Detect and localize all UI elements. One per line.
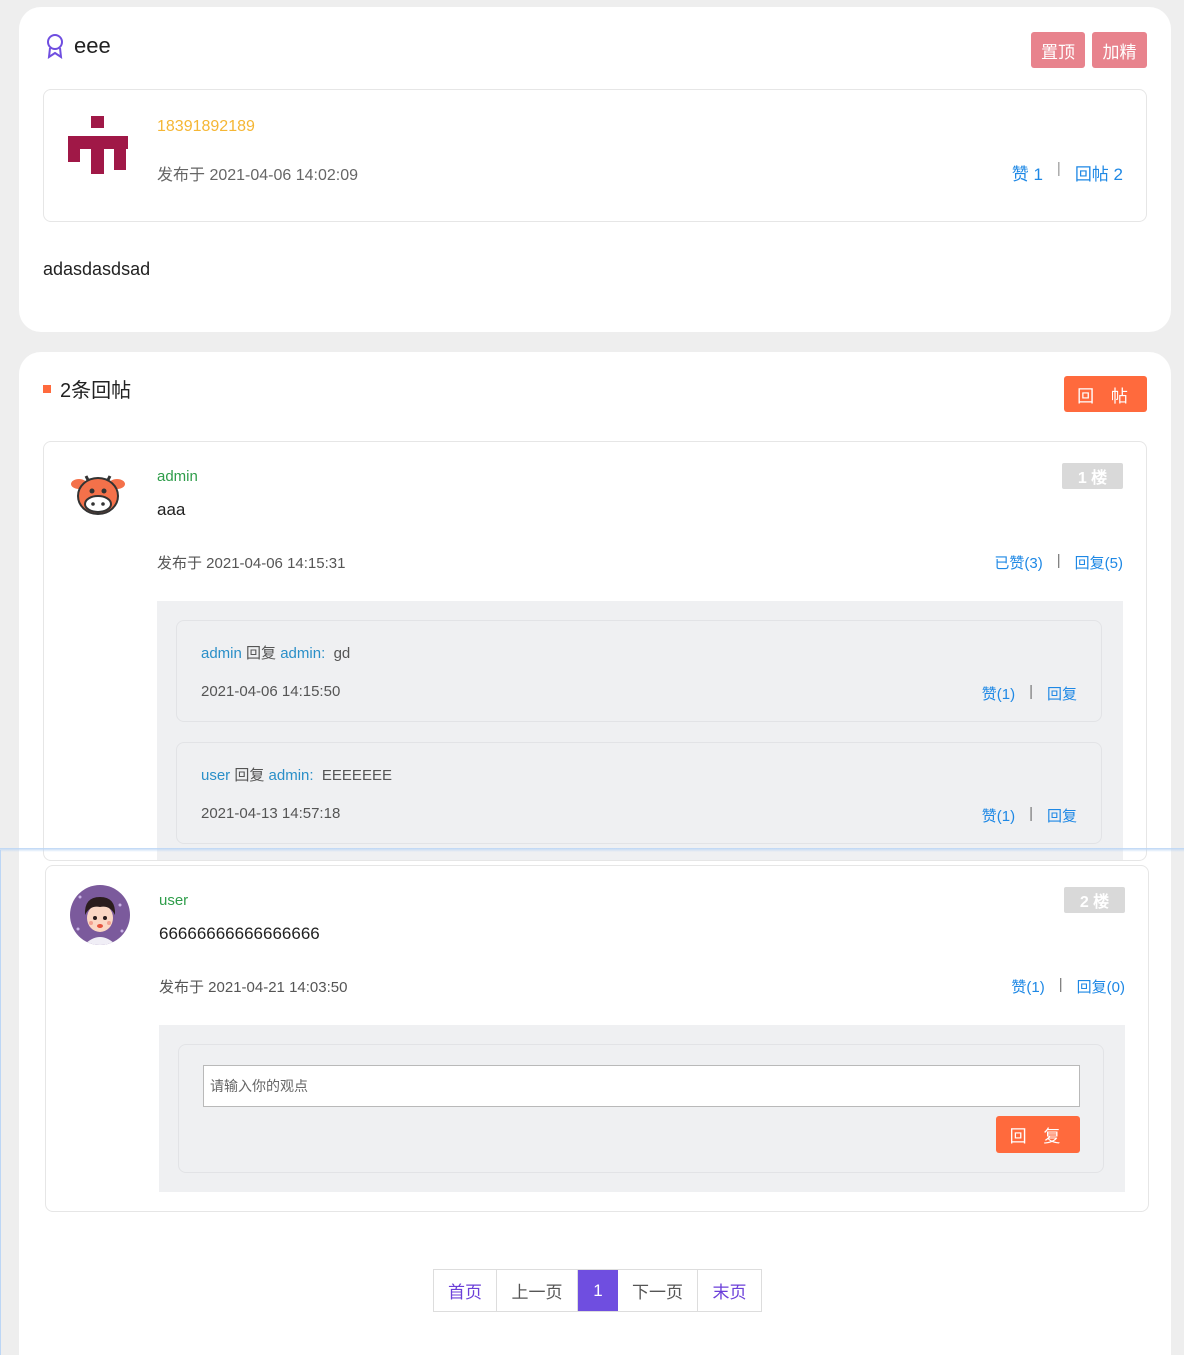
pin-button[interactable]: 置顶: [1031, 32, 1085, 68]
separator: |: [1056, 160, 1061, 177]
sub-like-link[interactable]: 赞(1): [982, 683, 1015, 704]
author-box: 18391892189 发布于 2021-04-06 14:02:09 赞 1 …: [43, 89, 1147, 222]
replies-heading: 2条回帖: [43, 374, 131, 403]
page-first[interactable]: 首页: [434, 1270, 497, 1311]
sub-reply-user[interactable]: admin: [201, 645, 242, 662]
floor-1: admin aaa 1 楼 发布于 2021-04-06 14:15:31 已赞…: [43, 441, 1147, 861]
sub-reply-actions: 赞(1) | 回复: [982, 683, 1077, 704]
page-current[interactable]: 1: [578, 1270, 618, 1311]
sub-reply-user[interactable]: user: [201, 767, 230, 784]
reply-post-button[interactable]: 回 帖: [1064, 376, 1147, 412]
sub-reply-target[interactable]: admin:: [280, 645, 325, 662]
floor-like-link[interactable]: 已赞(3): [994, 552, 1042, 573]
floor-date: 发布于 2021-04-21 14:03:50: [159, 979, 348, 996]
sub-reply: admin 回复 admin: gd 2021-04-06 14:15:50 赞…: [176, 620, 1102, 722]
post-title: eee: [74, 33, 111, 58]
floor-badge: 1 楼: [1062, 463, 1123, 489]
sub-reply-line: user 回复 admin: EEEEEEE: [201, 764, 392, 785]
post-body: adasdasdsad: [43, 259, 151, 279]
sub-reply-verb: 回复: [246, 645, 277, 662]
overlay-edge: [0, 850, 1, 1355]
sub-reply-text: gd: [333, 645, 351, 662]
sub-reply: user 回复 admin: EEEEEEE 2021-04-13 14:57:…: [176, 742, 1102, 844]
replies-count: 2条回帖: [60, 380, 132, 402]
avatar: [68, 466, 128, 526]
cow-avatar-icon: [68, 466, 128, 526]
sub-reply-link[interactable]: 回复: [1047, 683, 1077, 704]
floor-reply-link[interactable]: 回复(0): [1077, 976, 1125, 997]
post-replies-link[interactable]: 回帖 2: [1075, 160, 1123, 185]
post-date: 发布于 2021-04-06 14:02:09: [157, 167, 359, 184]
author-name[interactable]: 18391892189: [157, 118, 255, 136]
separator: |: [1058, 976, 1063, 993]
sub-reply-verb: 回复: [234, 767, 265, 784]
author-logo-icon: [68, 116, 128, 174]
floor-content: 66666666666666666: [159, 924, 320, 943]
medal-icon: [47, 34, 63, 59]
avatar: [70, 885, 130, 945]
floor-2: user 66666666666666666 2 楼 发布于 2021-04-2…: [45, 865, 1149, 1212]
sub-reply-link[interactable]: 回复: [1047, 805, 1077, 826]
floor-date: 发布于 2021-04-06 14:15:31: [157, 555, 346, 572]
sub-replies-area: admin 回复 admin: gd 2021-04-06 14:15:50 赞…: [157, 601, 1123, 860]
sub-reply-target[interactable]: admin:: [269, 767, 314, 784]
floor-actions: 已赞(3) | 回复(5): [994, 552, 1123, 573]
post-title-row: eee: [45, 33, 111, 59]
reply-input[interactable]: [203, 1065, 1080, 1107]
separator: |: [1029, 683, 1033, 700]
separator: |: [1029, 805, 1033, 822]
post-like-link[interactable]: 赞 1: [1012, 160, 1043, 185]
post-card: eee 置顶 加精 18391892189 发布于 2021-04-06 14:…: [19, 7, 1171, 332]
reply-form-area: 回 复: [159, 1025, 1125, 1192]
sub-reply-text: EEEEEEE: [321, 767, 392, 784]
sub-reply-date: 2021-04-06 14:15:50: [201, 683, 341, 700]
floor-like-link[interactable]: 赞(1): [1011, 976, 1044, 997]
floor-actions: 赞(1) | 回复(0): [1011, 976, 1125, 997]
floor-reply-link[interactable]: 回复(5): [1075, 552, 1123, 573]
floor-content: aaa: [157, 500, 186, 519]
reply-form: 回 复: [178, 1044, 1104, 1173]
separator: |: [1056, 552, 1061, 569]
sub-reply-line: admin 回复 admin: gd: [201, 642, 350, 663]
heading-marker-icon: [43, 384, 51, 393]
floor-author-name[interactable]: user: [159, 892, 188, 909]
floor-author-name[interactable]: admin: [157, 468, 198, 485]
user-avatar-icon: [70, 885, 130, 945]
post-stats: 赞 1 | 回帖 2: [1012, 160, 1123, 185]
page-prev[interactable]: 上一页: [497, 1270, 578, 1311]
pagination: 首页 上一页 1 下一页 末页: [433, 1269, 762, 1312]
essence-button[interactable]: 加精: [1092, 32, 1147, 68]
sub-like-link[interactable]: 赞(1): [982, 805, 1015, 826]
floor-badge: 2 楼: [1064, 887, 1125, 913]
overlay-edge: [0, 848, 1184, 852]
page-last[interactable]: 末页: [698, 1270, 761, 1311]
page-next[interactable]: 下一页: [618, 1270, 698, 1311]
sub-reply-actions: 赞(1) | 回复: [982, 805, 1077, 826]
sub-reply-date: 2021-04-13 14:57:18: [201, 805, 341, 822]
submit-reply-button[interactable]: 回 复: [996, 1116, 1080, 1153]
